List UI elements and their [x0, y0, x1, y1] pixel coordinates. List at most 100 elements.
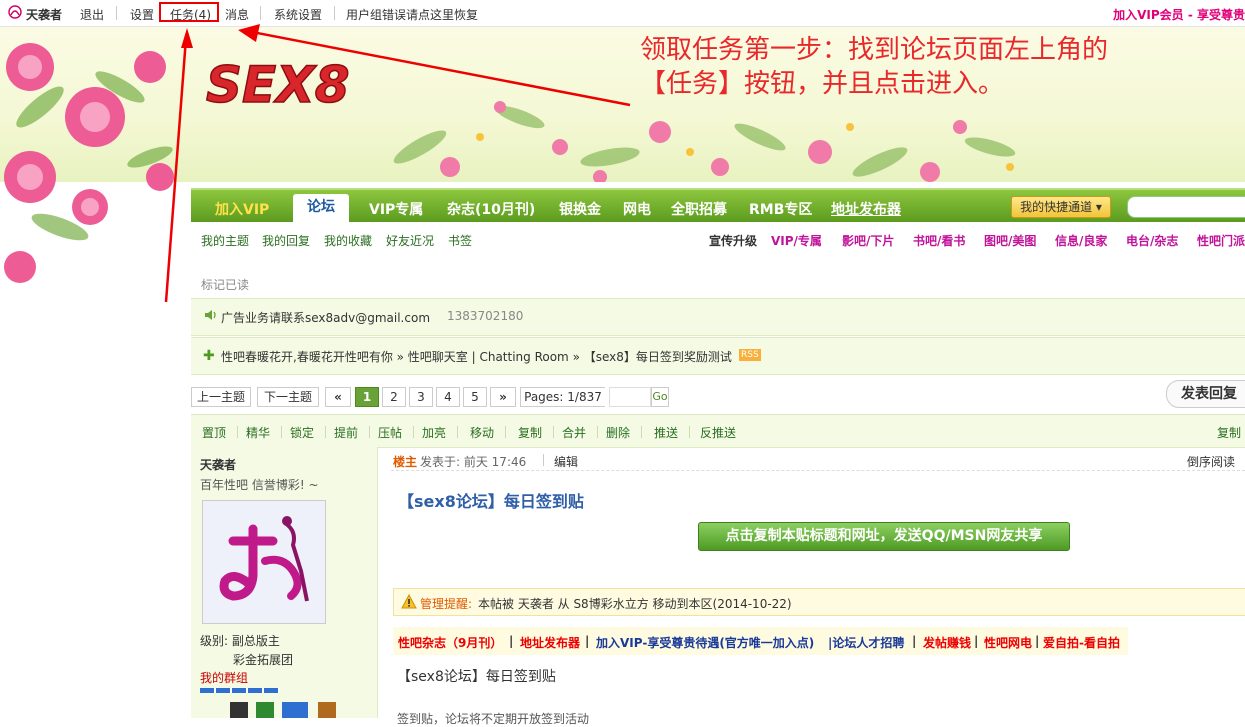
page-4-button[interactable]: 4 [436, 387, 460, 407]
reverse-order-link[interactable]: 倒序阅读 [1187, 453, 1235, 470]
ad-link-magazine[interactable]: 性吧杂志（9月刊） [398, 634, 502, 651]
post-time: 发表于: 前天 17:46 [420, 455, 527, 469]
settings-link[interactable]: 设置 [130, 6, 154, 23]
radio-link[interactable]: 电台/杂志 [1126, 232, 1178, 249]
mod-sticky[interactable]: 置顶 [202, 424, 226, 441]
divider [281, 426, 282, 438]
mod-highlight[interactable]: 加亮 [422, 424, 446, 441]
friends-status-link[interactable]: 好友近况 [386, 232, 434, 249]
divider [641, 426, 642, 438]
left-flower-decoration [4, 43, 174, 283]
mod-copy[interactable]: 复制 [518, 424, 542, 441]
level-stars [200, 688, 280, 693]
group-error-link[interactable]: 用户组错误请点这里恢复 [346, 6, 478, 23]
nav-vip-exclusive[interactable]: VIP专属 [369, 199, 423, 219]
main-nav: 加入VIP 论坛 VIP专属 杂志(10月刊) 银换金 网电 全职招募 RMB专… [191, 188, 1245, 223]
movies-link[interactable]: 影吧/下片 [842, 232, 894, 249]
divider [369, 426, 370, 438]
edit-link[interactable]: 编辑 [554, 453, 578, 470]
ad-phone-text: 1383702180 [447, 309, 524, 323]
mod-push[interactable]: 推送 [654, 424, 678, 441]
page-jump-input[interactable] [609, 387, 651, 407]
tasks-highlight-box [159, 2, 219, 22]
mod-delete[interactable]: 删除 [606, 424, 630, 441]
nav-magazine[interactable]: 杂志(10月刊) [447, 199, 535, 219]
post-header: 楼主 发表于: 前天 17:46 编辑 倒序阅读 [391, 450, 1245, 471]
mod-digest[interactable]: 精华 [246, 424, 270, 441]
ad-link-netradio[interactable]: 性吧网电 [984, 634, 1032, 651]
logout-link[interactable]: 退出 [80, 6, 104, 23]
vip-exclusive-link[interactable]: VIP/专属 [771, 232, 822, 249]
warning-icon [401, 593, 417, 612]
go-button[interactable]: Go [651, 387, 669, 407]
info-link[interactable]: 信息/良家 [1055, 232, 1107, 249]
page-1-button[interactable]: 1 [355, 387, 379, 407]
ad-link-vip[interactable]: 加入VIP-享受尊贵待遇(官方唯一加入点) [596, 634, 814, 651]
divider [505, 426, 506, 438]
mod-lock[interactable]: 锁定 [290, 424, 314, 441]
post-author-name[interactable]: 天袭者 [200, 456, 236, 473]
divider [237, 426, 238, 438]
bookmarks-link[interactable]: 书签 [448, 232, 472, 249]
prev-topic-button[interactable]: 上一主题 [191, 387, 251, 407]
sub-nav: 我的主题 我的回复 我的收藏 好友近况 书签 宣传升级 VIP/专属 影吧/下片… [191, 222, 1245, 262]
mod-move[interactable]: 移动 [470, 424, 494, 441]
system-settings-link[interactable]: 系统设置 [274, 6, 322, 23]
nav-silver-exchange[interactable]: 银换金 [559, 199, 601, 219]
site-logo[interactable]: SEX8 [205, 52, 366, 115]
breadcrumb: ✚ 性吧春暖花开,春暖花开性吧有你 » 性吧聊天室 | Chatting Roo… [191, 337, 1245, 375]
promo-upgrade-link[interactable]: 宣传升级 [709, 232, 757, 249]
avatar[interactable] [202, 500, 326, 624]
page-2-button[interactable]: 2 [382, 387, 406, 407]
mod-copy-right[interactable]: 复制 [1217, 424, 1241, 441]
breadcrumb-path[interactable]: 性吧春暖花开,春暖花开性吧有你 » 性吧聊天室 | Chatting Room … [221, 348, 732, 365]
divider [260, 6, 261, 20]
mod-push-down[interactable]: 压帖 [378, 424, 402, 441]
sect-link[interactable]: 性吧门派 [1197, 232, 1245, 249]
mod-merge[interactable]: 合并 [562, 424, 586, 441]
ad-link-recruit[interactable]: |论坛人才招聘 [828, 634, 904, 651]
page-3-button[interactable]: 3 [409, 387, 433, 407]
mark-read-link[interactable]: 标记已读 [201, 276, 249, 293]
nav-forum[interactable]: 论坛 [293, 194, 349, 223]
vip-join-link[interactable]: 加入VIP会员 - 享受尊贵 [1113, 6, 1245, 23]
copy-share-button[interactable]: 点击复制本贴标题和网址，发送QQ/MSN网友共享 [698, 522, 1070, 551]
next-topic-button[interactable]: 下一主题 [257, 387, 319, 407]
top-bar: 天袭者 退出 设置 任务(4) 消息 系统设置 用户组错误请点这里恢复 加入VI… [0, 0, 1245, 27]
ad-link-address[interactable]: 地址发布器 [520, 634, 580, 651]
post-body-text: 【sex8论坛】每日签到贴 [397, 669, 556, 685]
messages-link[interactable]: 消息 [225, 6, 249, 23]
ad-link-earn[interactable]: 发帖赚钱 [923, 634, 971, 651]
nav-recruit[interactable]: 全职招募 [671, 199, 727, 219]
nav-net-radio[interactable]: 网电 [623, 199, 651, 219]
nav-rmb-zone[interactable]: RMB专区 [749, 199, 812, 219]
books-link[interactable]: 书吧/看书 [913, 232, 965, 249]
ad-contact-text: 广告业务请联系sex8adv@gmail.com [221, 311, 431, 325]
rss-icon[interactable]: RSS [739, 349, 761, 361]
first-page-button[interactable]: « [325, 387, 351, 407]
my-favorites-link[interactable]: 我的收藏 [324, 232, 372, 249]
next-page-button[interactable]: » [490, 387, 516, 407]
mod-unpush[interactable]: 反推送 [700, 424, 736, 441]
divider [689, 426, 690, 438]
my-topics-link[interactable]: 我的主题 [201, 232, 249, 249]
quick-access-dropdown[interactable]: 我的快捷通道 ▾ [1011, 196, 1111, 218]
moderator-toolbar: 置顶 精华 锁定 提前 压帖 加亮 移动 复制 合并 删除 推送 反推送 复制 [191, 414, 1245, 448]
divider: | [1035, 634, 1040, 648]
ad-link-selfie[interactable]: 爱自拍-看自拍 [1043, 634, 1120, 651]
post-reply-button[interactable]: 发表回复 [1166, 380, 1245, 408]
nav-address-publisher[interactable]: 地址发布器 [831, 199, 901, 219]
search-input[interactable] [1127, 196, 1245, 218]
page-5-button[interactable]: 5 [463, 387, 487, 407]
my-replies-link[interactable]: 我的回复 [262, 232, 310, 249]
author-rank: 彩金拓展团 [233, 653, 294, 667]
username-link[interactable]: 天袭者 [26, 6, 62, 23]
nav-join-vip[interactable]: 加入VIP [215, 199, 269, 219]
mod-bump[interactable]: 提前 [334, 424, 358, 441]
pictures-link[interactable]: 图吧/美图 [984, 232, 1036, 249]
my-group-link[interactable]: 我的群组 [200, 669, 248, 686]
instruction-annotation: 领取任务第一步：找到论坛页面左上角的 【任务】按钮，并且点击进入。 [640, 33, 1108, 101]
mod-notice: 管理提醒: 本帖被 天袭者 从 S8博彩水立方 移动到本区(2014-10-22… [393, 588, 1245, 616]
post-body-partial: 签到贴，论坛将不定期开放签到活动 [397, 712, 590, 726]
divider: | [912, 634, 917, 648]
